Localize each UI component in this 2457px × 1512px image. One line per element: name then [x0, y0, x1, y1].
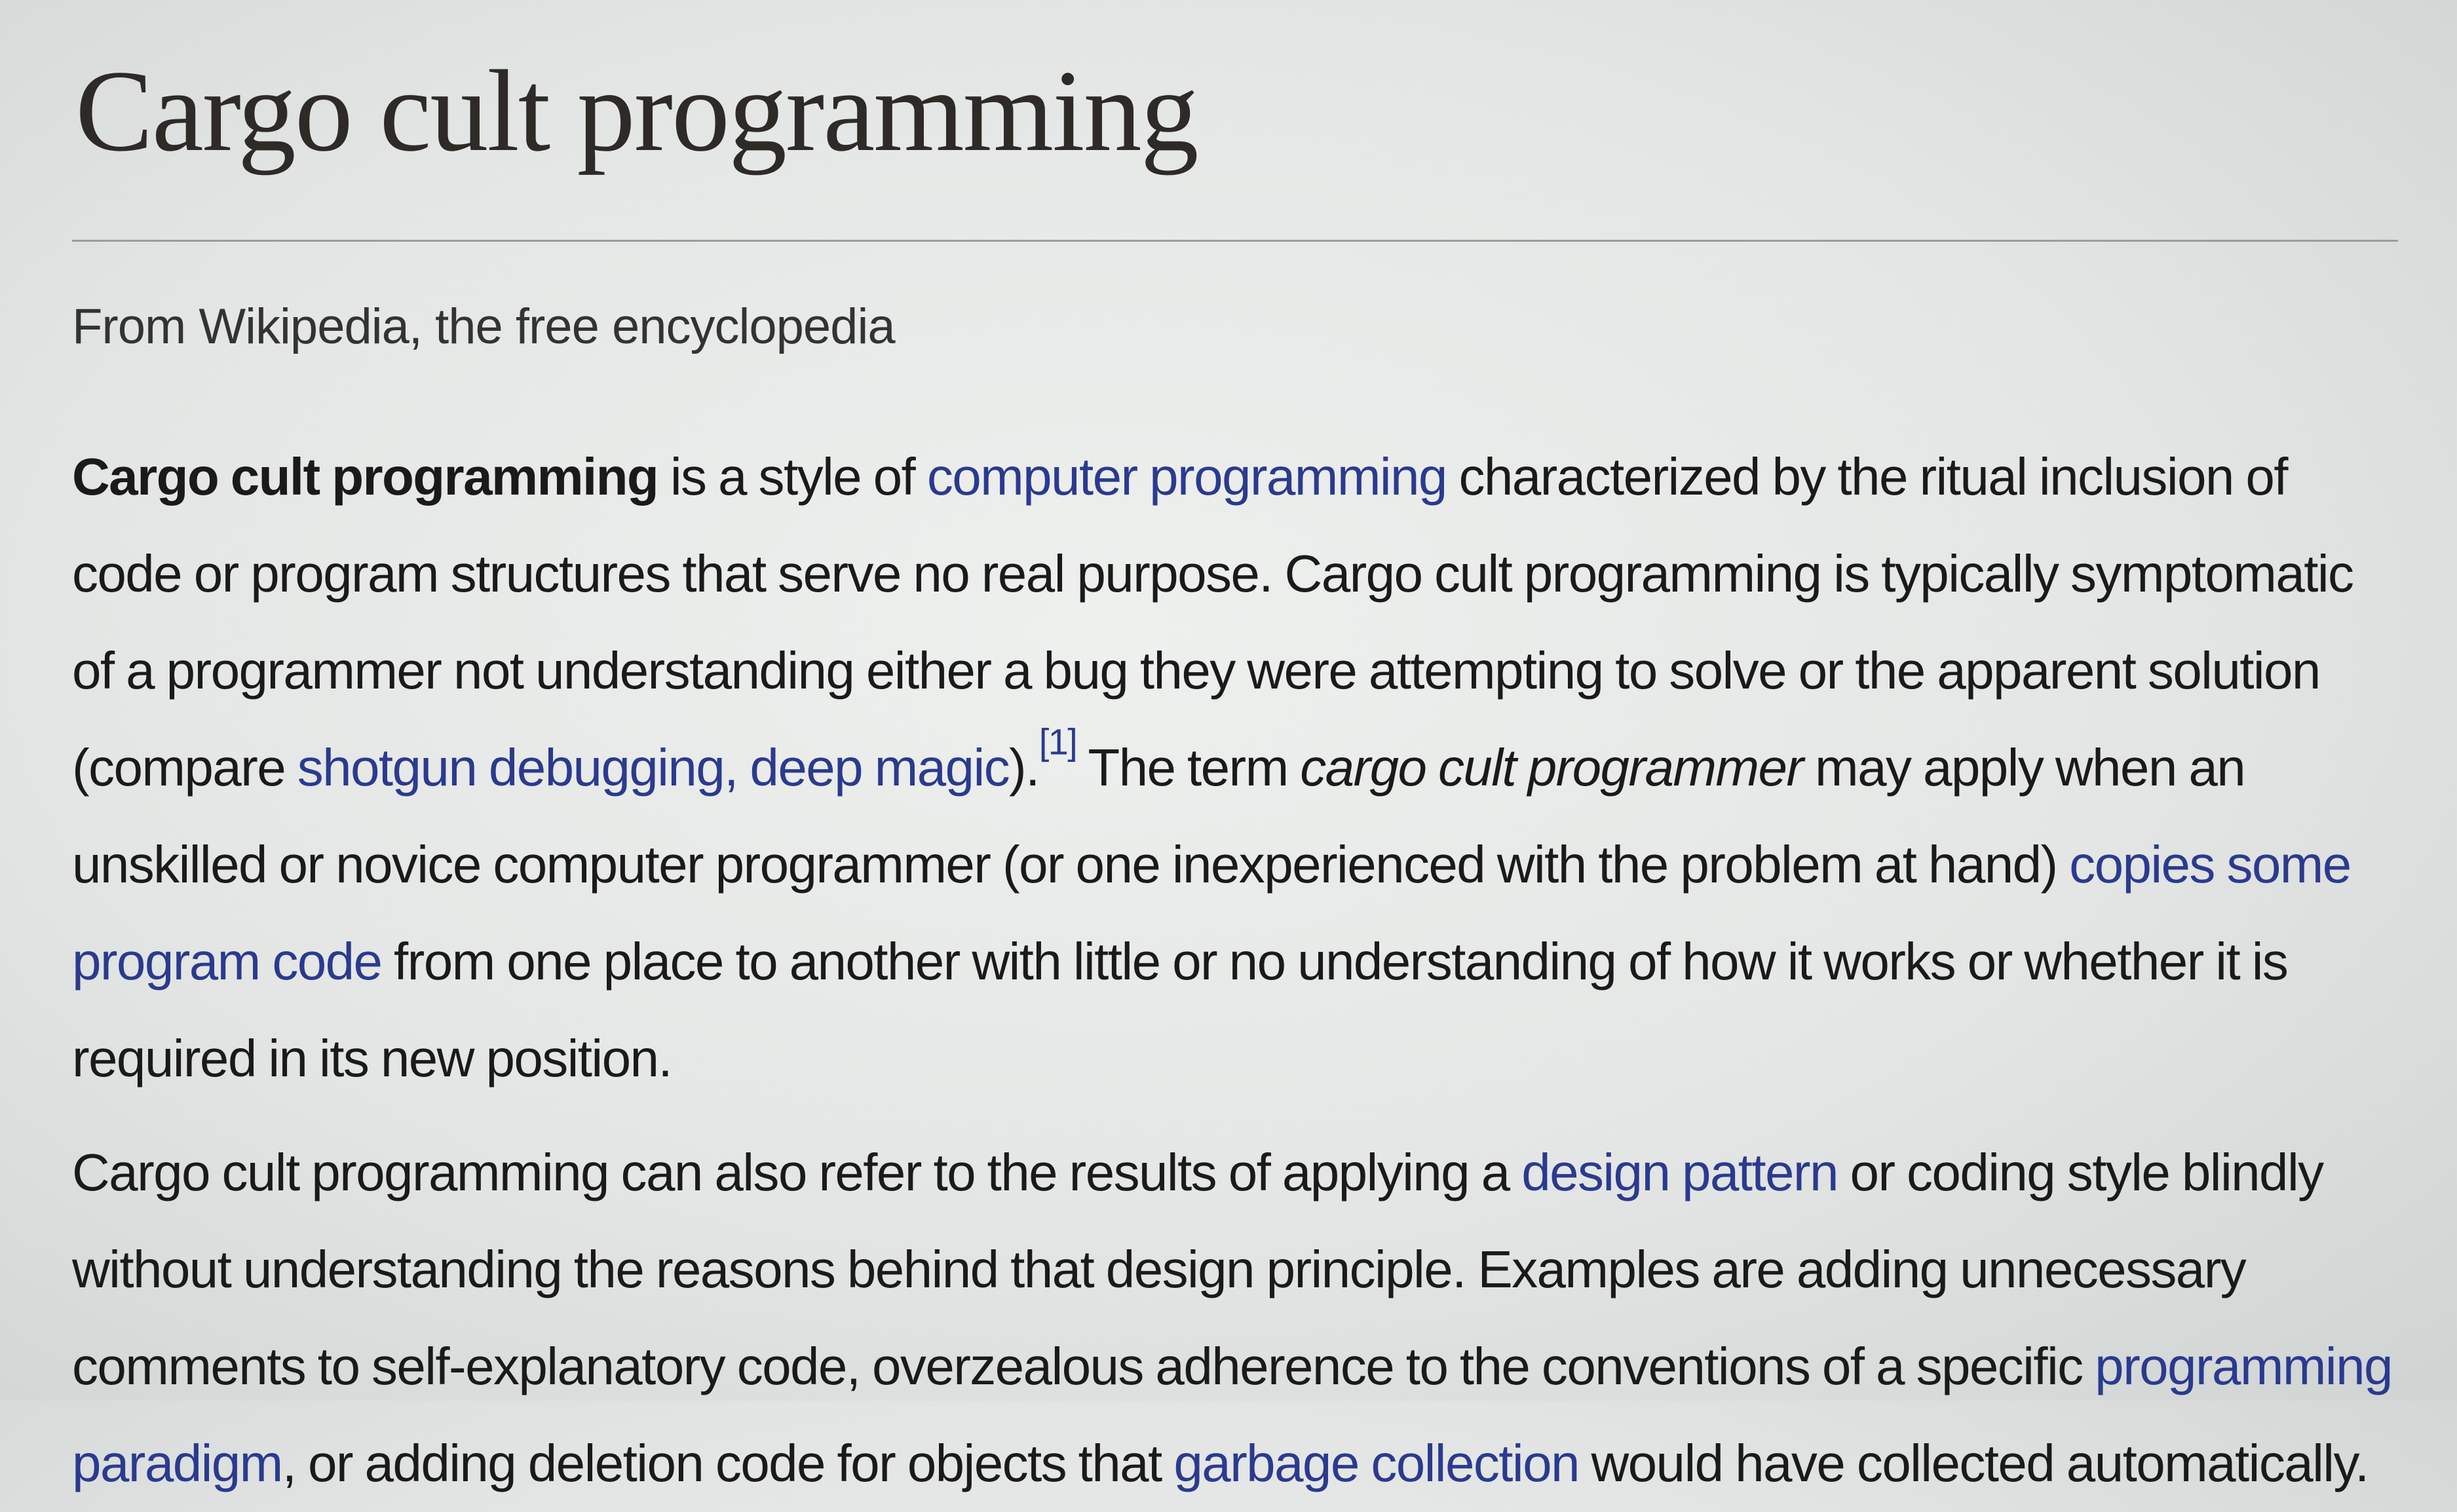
italic-term: cargo cult programmer: [1300, 738, 1804, 797]
text-span: would have collected automatically.: [1578, 1434, 2369, 1492]
intro-paragraph: Cargo cult programming is a style of com…: [72, 428, 2398, 1107]
text-span: Cargo cult programming can also refer to…: [72, 1143, 1522, 1201]
text-span: , or adding deletion code for objects th…: [282, 1434, 1174, 1492]
text-span: ).: [1009, 738, 1040, 797]
article-page: Cargo cult programming From Wikipedia, t…: [0, 0, 2457, 1492]
bold-term: Cargo cult programming: [72, 447, 659, 506]
page-title: Cargo cult programming: [75, 46, 1199, 176]
citation-link[interactable]: [1]: [1039, 721, 1078, 762]
title-divider: [72, 240, 2398, 242]
link-shotgun-debugging[interactable]: shotgun debugging: [297, 738, 725, 797]
text-span: from one place to another with little or…: [72, 932, 2289, 1087]
text-span: The term: [1076, 738, 1301, 797]
link-deep-magic[interactable]: deep magic: [750, 738, 1010, 797]
link-separator: ,: [724, 738, 750, 797]
link-garbage-collection[interactable]: garbage collection: [1173, 1434, 1580, 1492]
text-span: is a style of: [658, 447, 927, 506]
second-paragraph: Cargo cult programming can also refer to…: [72, 1124, 2398, 1512]
site-tagline: From Wikipedia, the free encyclopedia: [72, 299, 896, 354]
link-design-pattern[interactable]: design pattern: [1521, 1143, 1838, 1201]
link-computer-programming[interactable]: computer programming: [927, 447, 1448, 506]
